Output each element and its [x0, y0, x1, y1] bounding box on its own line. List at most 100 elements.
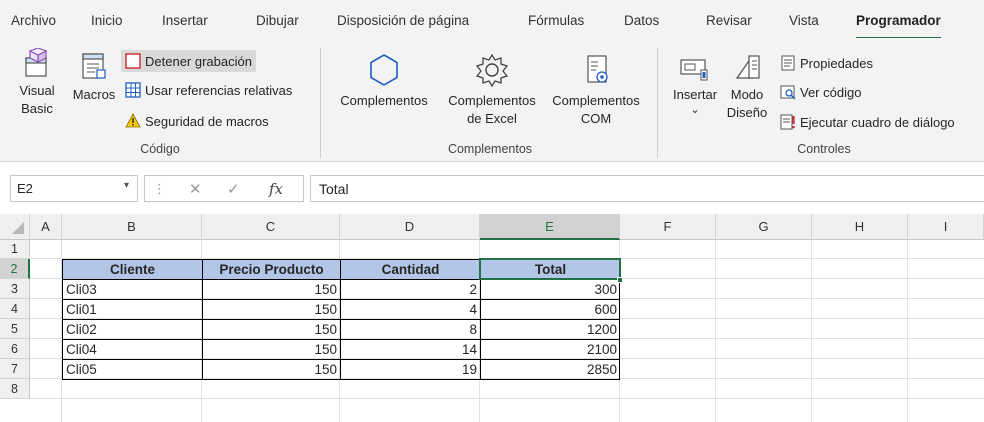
propiedades-button[interactable]: Propiedades — [776, 52, 877, 74]
table-cell[interactable]: 150 — [202, 299, 340, 319]
row-header-6[interactable]: 6 — [0, 339, 30, 359]
enter-icon[interactable]: ✓ — [227, 180, 240, 198]
table-cell[interactable]: 150 — [202, 359, 340, 379]
row-header-3[interactable]: 3 — [0, 279, 30, 299]
group-label-controles: Controles — [797, 142, 851, 156]
table-header-cell[interactable]: Cliente — [62, 259, 202, 279]
table-cell[interactable]: 8 — [340, 319, 480, 339]
name-box[interactable]: E2 ▾ — [10, 175, 138, 202]
table-cell[interactable]: Cli05 — [62, 359, 202, 379]
ver-codigo-button[interactable]: Ver código — [776, 81, 865, 103]
ejecutar-cuadro-de-dialogo-button[interactable]: Ejecutar cuadro de diálogo — [776, 111, 959, 133]
tab-insertar[interactable]: Insertar — [162, 13, 208, 28]
table-cell[interactable]: 2100 — [480, 339, 620, 359]
table-cell[interactable]: Cli01 — [62, 299, 202, 319]
insert-function-icon[interactable]: fx — [269, 180, 283, 198]
table-cell[interactable]: 150 — [202, 339, 340, 359]
insertar-control-label: Insertar — [672, 87, 718, 102]
modo-diseno-label-line1: Modo — [730, 87, 764, 102]
column-header-d[interactable]: D — [340, 214, 480, 240]
tab-archivo[interactable]: Archivo — [11, 13, 56, 28]
name-box-value: E2 — [17, 181, 33, 196]
tab-disposicion-de-pagina[interactable]: Disposición de página — [337, 13, 469, 28]
detener-grabacion-button[interactable]: Detener grabación — [121, 50, 256, 72]
table-cell[interactable]: 300 — [480, 279, 620, 299]
table-header-cell[interactable]: Cantidad — [340, 259, 480, 279]
com-add-in-icon — [587, 55, 608, 83]
table-cell[interactable]: 2850 — [480, 359, 620, 379]
complementos-de-excel-label-line1: Complementos — [448, 93, 536, 108]
detener-grabacion-label: Detener grabación — [145, 53, 252, 69]
ribbon-tab-bar: Archivo Inicio Insertar Dibujar Disposic… — [0, 0, 984, 40]
table-cell[interactable]: 14 — [340, 339, 480, 359]
macros-button[interactable]: Macros — [68, 48, 120, 104]
select-all-corner[interactable] — [0, 214, 30, 240]
complementos-com-button[interactable]: Complementos COM — [546, 50, 646, 128]
usar-referencias-relativas-button[interactable]: Usar referencias relativas — [121, 79, 296, 101]
properties-icon — [781, 55, 795, 71]
ejecutar-cuadro-de-dialogo-label: Ejecutar cuadro de diálogo — [800, 114, 955, 130]
complementos-button[interactable]: Complementos — [334, 50, 434, 110]
cancel-icon[interactable]: ✕ — [189, 180, 202, 198]
spreadsheet-grid: A B C D E F G H I 1 2 3 4 5 6 7 8 Client… — [0, 214, 984, 422]
table-cell[interactable]: 150 — [202, 319, 340, 339]
insertar-control-button[interactable]: Insertar ⌄ — [667, 50, 723, 116]
column-header-c[interactable]: C — [202, 214, 340, 240]
tab-inicio[interactable]: Inicio — [91, 13, 123, 28]
row-header-2[interactable]: 2 — [0, 259, 30, 279]
tab-vista[interactable]: Vista — [789, 13, 819, 28]
formula-bar: E2 ▾ ⋮ ✕ ✓ fx Total — [0, 170, 984, 206]
row-header-1[interactable]: 1 — [0, 240, 30, 259]
column-header-g[interactable]: G — [716, 214, 812, 240]
tab-datos[interactable]: Datos — [624, 13, 659, 28]
tab-dibujar[interactable]: Dibujar — [256, 13, 299, 28]
formula-input[interactable]: Total — [310, 175, 984, 202]
tab-formulas[interactable]: Fórmulas — [528, 13, 584, 28]
seguridad-de-macros-label: Seguridad de macros — [145, 113, 269, 129]
row-header-5[interactable]: 5 — [0, 319, 30, 339]
add-in-hexagon-icon — [370, 54, 398, 86]
complementos-com-label-line1: Complementos — [552, 93, 640, 108]
table-cell[interactable]: 1200 — [480, 319, 620, 339]
row-header-7[interactable]: 7 — [0, 359, 30, 379]
table-cell[interactable]: Cli03 — [62, 279, 202, 299]
visual-basic-button[interactable]: Visual Basic — [12, 48, 62, 118]
design-mode-icon — [735, 55, 760, 79]
table-cell[interactable]: 4 — [340, 299, 480, 319]
gridline — [30, 398, 984, 399]
table-cell[interactable]: Cli04 — [62, 339, 202, 359]
table-cell[interactable]: 2 — [340, 279, 480, 299]
macros-icon — [82, 53, 106, 79]
propiedades-label: Propiedades — [800, 55, 873, 71]
insertar-chevron-icon: ⌄ — [690, 104, 700, 116]
gridline — [811, 240, 812, 422]
column-header-f[interactable]: F — [620, 214, 716, 240]
formula-bar-divider-icon: ⋮ — [153, 181, 166, 196]
formula-buttons: ⋮ ✕ ✓ fx — [144, 175, 304, 202]
visual-basic-label-line2: Basic — [21, 101, 53, 116]
complementos-de-excel-button[interactable]: Complementos de Excel — [440, 50, 544, 128]
column-header-b[interactable]: B — [62, 214, 202, 240]
tab-programador[interactable]: Programador — [856, 13, 941, 40]
table-cell[interactable]: 150 — [202, 279, 340, 299]
tab-revisar[interactable]: Revisar — [706, 13, 752, 28]
complementos-label: Complementos — [340, 93, 428, 108]
ver-codigo-label: Ver código — [800, 84, 862, 100]
table-cell[interactable]: 600 — [480, 299, 620, 319]
column-header-h[interactable]: H — [812, 214, 908, 240]
select-all-triangle-icon — [12, 222, 24, 234]
chevron-down-icon[interactable]: ▾ — [124, 180, 129, 191]
column-header-i[interactable]: I — [908, 214, 984, 240]
row-header-8[interactable]: 8 — [0, 379, 30, 399]
fill-handle[interactable] — [617, 277, 623, 283]
column-header-e[interactable]: E — [480, 214, 620, 240]
column-header-a[interactable]: A — [30, 214, 62, 240]
table-cell[interactable]: 19 — [340, 359, 480, 379]
row-header-4[interactable]: 4 — [0, 299, 30, 319]
modo-diseno-button[interactable]: Modo Diseño — [724, 50, 770, 122]
seguridad-de-macros-button[interactable]: Seguridad de macros — [121, 110, 273, 132]
table-header-cell[interactable]: Precio Producto — [202, 259, 340, 279]
table-header-cell[interactable]: Total — [480, 259, 620, 279]
table-cell[interactable]: Cli02 — [62, 319, 202, 339]
ribbon-separator — [320, 48, 321, 158]
